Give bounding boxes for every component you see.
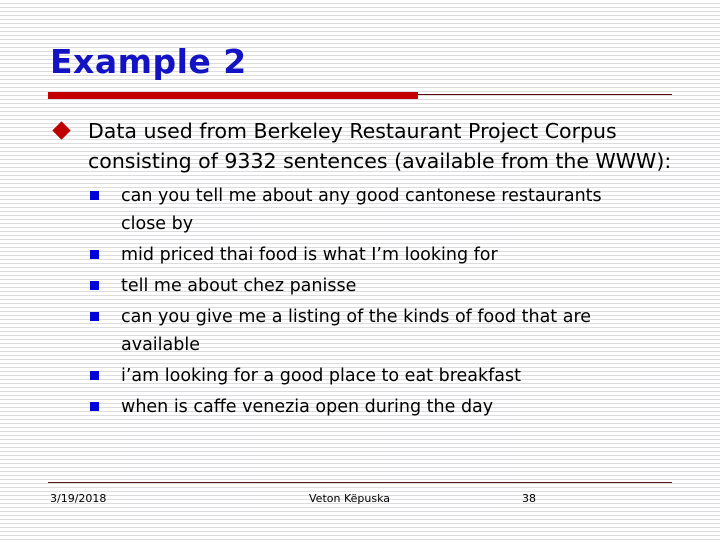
list-item-label: tell me about chez panisse (121, 276, 357, 296)
square-bullet-icon (90, 402, 99, 411)
square-bullet-icon (90, 250, 99, 259)
example-sentence-list: can you tell me about any good cantonese… (0, 182, 720, 421)
square-bullet-icon (90, 371, 99, 380)
list-item-label: mid priced thai food is what I’m looking… (121, 245, 498, 265)
diamond-bullet-icon (52, 121, 71, 140)
bullet-item-level1: Data used from Berkeley Restaurant Proje… (0, 116, 720, 176)
title-divider-red-bar (48, 92, 418, 99)
list-item: i’am looking for a good place to eat bre… (0, 362, 720, 390)
list-item-label: can you give me a listing of the kinds o… (121, 307, 592, 355)
list-item: when is caffe venezia open during the da… (0, 393, 720, 421)
square-bullet-icon (90, 312, 99, 321)
list-item: tell me about chez panisse (0, 272, 720, 300)
bullet-item-level1-label: Data used from Berkeley Restaurant Proje… (88, 119, 672, 173)
list-item: mid priced thai food is what I’m looking… (0, 241, 720, 269)
footer: 3/19/2018 Veton Këpuska 38 (0, 492, 720, 512)
footer-page-number: 38 (522, 492, 536, 505)
slide: Example 2 Data used from Berkeley Restau… (0, 0, 720, 540)
footer-divider (48, 482, 672, 483)
list-item-label: i’am looking for a good place to eat bre… (121, 366, 521, 386)
list-item-label: can you tell me about any good cantonese… (121, 186, 602, 234)
footer-date: 3/19/2018 (50, 492, 107, 505)
page-title: Example 2 (50, 42, 247, 81)
list-item-label: when is caffe venezia open during the da… (121, 397, 494, 417)
slide-content: Data used from Berkeley Restaurant Proje… (0, 116, 720, 424)
list-item: can you tell me about any good cantonese… (0, 182, 720, 238)
square-bullet-icon (90, 191, 99, 200)
footer-author: Veton Këpuska (309, 492, 390, 505)
square-bullet-icon (90, 281, 99, 290)
title-divider (48, 92, 672, 100)
list-item: can you give me a listing of the kinds o… (0, 303, 720, 359)
